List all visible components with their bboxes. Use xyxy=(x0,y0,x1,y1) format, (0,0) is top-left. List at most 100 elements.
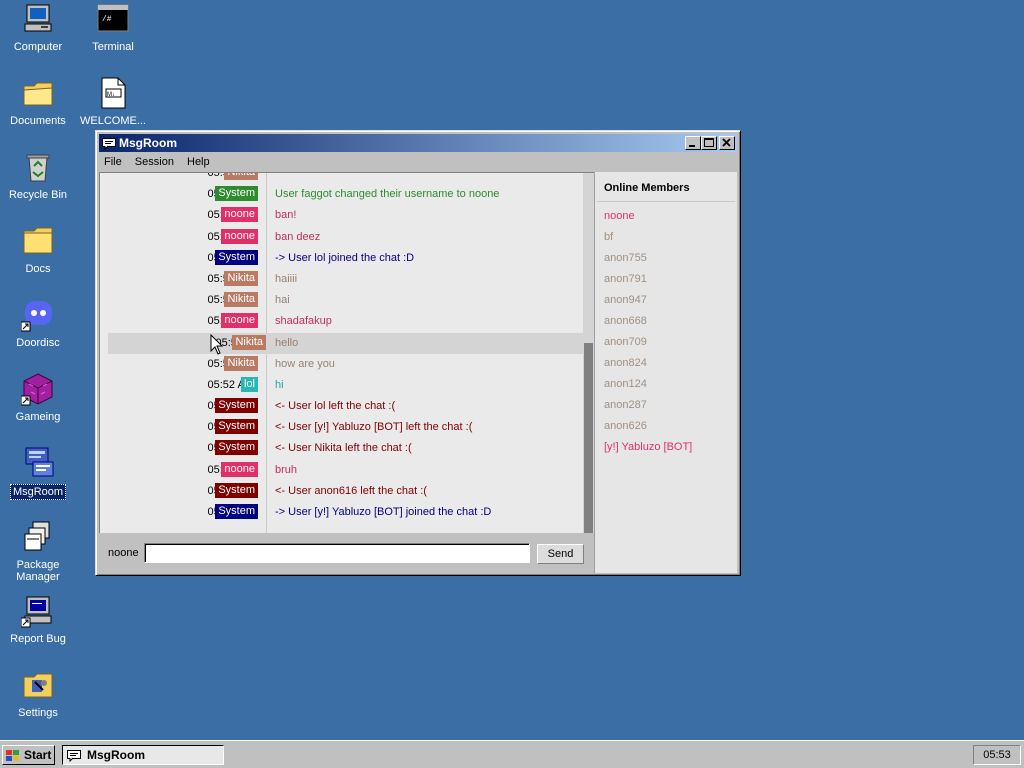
chat-message-row: 05:53 AMSystem<- User lol left the chat … xyxy=(100,396,584,417)
desktop-icon-terminal[interactable]: /# Terminal xyxy=(75,2,151,54)
message-user-badge[interactable]: noone xyxy=(221,461,258,477)
desktop-icon-docs[interactable]: Docs xyxy=(0,224,76,276)
chat-message-row: 05:52 AMNikitahow are you xyxy=(100,354,584,375)
message-user-badge[interactable]: System xyxy=(215,419,258,435)
start-logo-icon xyxy=(6,749,20,761)
chat-message-row: 05:53 AMSystem-> User [y!] Yabluzo [BOT]… xyxy=(100,502,584,523)
report-bug-computer-icon xyxy=(20,594,55,628)
online-members-panel: Online Members noone bf anon755 anon791 anon… xyxy=(594,172,737,573)
message-user-badge[interactable]: Nikita xyxy=(224,292,258,308)
folder-icon xyxy=(21,224,55,258)
svg-text:/#: /# xyxy=(102,15,112,24)
msgroom-window[interactable]: MsgRoom File Session Help 05:52 AMNikita… xyxy=(95,130,741,576)
send-button[interactable]: Send xyxy=(537,544,584,564)
window-titlebar[interactable]: MsgRoom xyxy=(99,134,737,152)
member-item[interactable]: [y!] Yabluzo [BOT] xyxy=(604,441,692,462)
message-text: how are you xyxy=(275,357,335,370)
minimize-icon xyxy=(689,145,695,147)
taskbar: Start MsgRoom 05:53 xyxy=(0,740,1024,768)
desktop-icon-msgroom[interactable]: MsgRoom xyxy=(0,446,76,500)
member-item[interactable]: anon709 xyxy=(604,336,692,357)
menu-session[interactable]: Session xyxy=(130,153,179,171)
message-user-badge[interactable]: Nikita xyxy=(224,173,258,180)
message-text: -> User [y!] Yabluzo [BOT] joined the ch… xyxy=(275,506,492,518)
scrollbar-thumb[interactable] xyxy=(584,343,593,533)
member-item[interactable]: anon626 xyxy=(604,420,692,441)
message-user-badge[interactable]: System xyxy=(215,504,258,519)
member-item[interactable]: anon947 xyxy=(604,294,692,315)
chat-messages: 05:52 AMNikita05:52 AMSystemUser faggot … xyxy=(100,173,584,523)
message-user-badge[interactable]: System xyxy=(215,186,258,202)
taskbar-item-msgroom[interactable]: MsgRoom xyxy=(62,745,224,765)
svg-text:M↓: M↓ xyxy=(107,92,115,98)
member-item[interactable]: anon755 xyxy=(604,252,692,273)
chat-message-row: 05:52 AMNikitahaiiii xyxy=(100,269,584,290)
message-user-badge[interactable]: System xyxy=(215,440,258,456)
message-user-badge[interactable]: noone xyxy=(221,228,258,244)
member-item[interactable]: anon287 xyxy=(604,399,692,420)
message-user-badge[interactable]: Nikita xyxy=(224,355,258,371)
current-nickname: noone xyxy=(108,547,139,559)
desktop-icon-doordisc[interactable]: Doordisc xyxy=(0,298,76,350)
menu-help[interactable]: Help xyxy=(182,153,215,171)
member-item[interactable]: bf xyxy=(604,231,692,252)
desktop-icon-welcome[interactable]: M↓ WELCOME... xyxy=(75,76,151,128)
taskbar-clock: 05:53 xyxy=(973,745,1021,765)
start-label: Start xyxy=(24,748,52,762)
message-text: User faggot changed their username to no… xyxy=(275,188,500,201)
desktop-icon-report-bug[interactable]: Report Bug xyxy=(0,594,76,646)
message-user-badge[interactable]: noone xyxy=(221,207,258,223)
message-user-badge[interactable]: System xyxy=(215,482,258,498)
chat-message-row: 05:52 AMNikitahello xyxy=(108,332,584,354)
message-user-badge[interactable]: System xyxy=(215,398,258,414)
minimize-button[interactable] xyxy=(685,136,701,150)
message-text: <- User [y!] Yabluzo [BOT] left the chat… xyxy=(275,421,473,434)
msgroom-icon xyxy=(21,446,55,480)
desktop-icon-computer[interactable]: Computer xyxy=(0,2,76,54)
message-text: -> User lol joined the chat :D xyxy=(275,251,415,264)
desktop-icon-label: WELCOME... xyxy=(79,115,146,127)
message-text: hi xyxy=(275,378,284,391)
chat-bubble-icon xyxy=(102,137,116,151)
menu-file[interactable]: File xyxy=(99,153,127,171)
message-input[interactable] xyxy=(144,543,530,563)
message-user-badge[interactable]: System xyxy=(215,249,258,265)
chat-message-row: 05:52 AMnooneban deez xyxy=(100,227,584,248)
recycle-bin-icon xyxy=(21,150,55,184)
message-user-badge[interactable]: lol xyxy=(240,376,258,392)
desktop-icon-label: Report Bug xyxy=(10,633,66,645)
chat-message-row: 05:52 AMnooneban! xyxy=(100,205,584,226)
close-icon xyxy=(722,138,731,147)
member-item[interactable]: anon124 xyxy=(604,378,692,399)
start-button[interactable]: Start xyxy=(2,745,55,765)
message-user-badge[interactable]: Nikita xyxy=(232,334,266,350)
chat-message-row: 05:53 AMSystem<- User [y!] Yabluzo [BOT]… xyxy=(100,417,584,438)
close-button[interactable] xyxy=(719,136,735,150)
member-item[interactable]: noone xyxy=(604,210,692,231)
chat-log[interactable]: 05:52 AMNikita05:52 AMSystemUser faggot … xyxy=(99,172,594,533)
member-item[interactable]: anon668 xyxy=(604,315,692,336)
desktop-icon-settings[interactable]: Settings xyxy=(0,668,76,720)
member-item[interactable]: anon824 xyxy=(604,357,692,378)
message-text: bruh xyxy=(275,463,298,476)
desktop-icon-label: Settings xyxy=(18,707,58,719)
desktop-icon-gameing[interactable]: Gameing xyxy=(0,372,76,424)
desktop-icon-label: Documents xyxy=(10,115,66,127)
desktop-icon-recycle-bin[interactable]: Recycle Bin xyxy=(0,150,76,202)
desktop-icon-package-manager[interactable]: Package Manager xyxy=(0,520,76,584)
message-text: hai xyxy=(275,294,290,307)
message-user-badge[interactable]: noone xyxy=(221,313,258,329)
chat-message-row: 05:53 AMSystem<- User Nikita left the ch… xyxy=(100,438,584,459)
desktop-icon-documents[interactable]: Documents xyxy=(0,76,76,128)
maximize-button[interactable] xyxy=(701,136,717,150)
maximize-icon xyxy=(704,138,714,147)
member-item[interactable]: anon791 xyxy=(604,273,692,294)
taskbar-item-label: MsgRoom xyxy=(87,748,145,762)
desktop-icon-label: Package Manager xyxy=(16,559,60,583)
message-user-badge[interactable]: Nikita xyxy=(224,270,258,286)
markdown-file-icon: M↓ xyxy=(96,76,130,110)
package-manager-icon xyxy=(21,520,55,554)
chat-message-row: 05:52 AMNikita xyxy=(100,173,584,184)
message-text: hello xyxy=(275,336,299,349)
chat-scrollbar[interactable] xyxy=(583,173,594,533)
